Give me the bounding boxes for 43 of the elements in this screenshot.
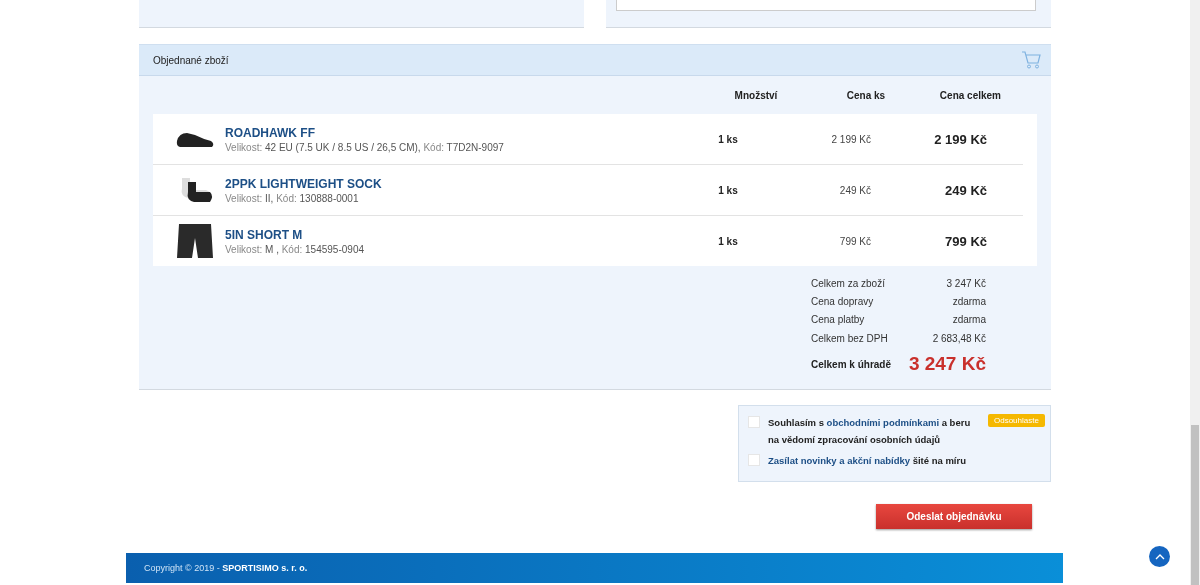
summary-value: 3 247 Kč bbox=[946, 277, 986, 289]
warning-badge: Odsouhlaste bbox=[988, 414, 1045, 428]
quantity: 1 ks bbox=[717, 235, 739, 247]
submit-order-button[interactable]: Odeslat objednávku bbox=[876, 504, 1032, 530]
summary-label: Celkem za zboží bbox=[811, 277, 885, 289]
product-details: Velikost: II, Kód: 130888-0001 bbox=[225, 192, 359, 204]
column-header: Množství bbox=[733, 89, 779, 101]
quantity: 1 ks bbox=[717, 184, 739, 196]
total-price: 799 Kč bbox=[944, 233, 988, 249]
cart-icon bbox=[1021, 51, 1041, 69]
summary-value: 2 683,48 Kč bbox=[932, 332, 986, 344]
checkbox[interactable] bbox=[748, 454, 760, 467]
product-name-link[interactable]: 5IN SHORT M bbox=[225, 227, 303, 242]
product-name-link[interactable]: 2PPK LIGHTWEIGHT SOCK bbox=[225, 176, 382, 191]
product-details: Velikost: M , Kód: 154595-0904 bbox=[225, 243, 364, 255]
consent-link[interactable]: Zasílat novinky a akční nabídky bbox=[768, 455, 911, 467]
quantity: 1 ks bbox=[717, 133, 739, 145]
section-title: Objednané zboží bbox=[153, 54, 229, 66]
total-price: 249 Kč bbox=[944, 182, 988, 198]
summary-label: Cena dopravy bbox=[811, 295, 874, 307]
consent-link[interactable]: obchodními podmínkami bbox=[826, 417, 940, 429]
unit-price: 2 199 Kč bbox=[830, 133, 872, 145]
product-details: Velikost: 42 EU (7.5 UK / 8.5 US / 26,5 CM), Kód: T7D2N-9097 bbox=[225, 141, 504, 153]
total-price: 2 199 Kč bbox=[933, 131, 988, 147]
summary-label: Cena platby bbox=[811, 314, 865, 326]
product-name-link[interactable]: ROADHAWK FF bbox=[225, 125, 315, 140]
scroll-top-button[interactable] bbox=[1149, 546, 1170, 568]
scrollbar-thumb[interactable] bbox=[1191, 425, 1199, 585]
consent-text: Zasílat novinky a akční nabídky šité na míru bbox=[768, 454, 966, 469]
summary-value: zdarma bbox=[952, 295, 986, 307]
summary-label: Celkem bez DPH bbox=[811, 332, 888, 344]
unit-price: 249 Kč bbox=[838, 184, 872, 196]
chevron-up-icon bbox=[1154, 553, 1165, 560]
summary-value: zdarma bbox=[952, 314, 986, 326]
unit-price: 799 Kč bbox=[838, 235, 872, 247]
checkbox[interactable] bbox=[748, 416, 760, 429]
grand-total-label: Celkem k úhradě bbox=[811, 358, 892, 370]
column-header: Cena ks bbox=[845, 89, 887, 101]
copyright-text: Copyright © 2019 - SPORTISIMO s. r. o. bbox=[144, 563, 308, 574]
grand-total-value: 3 247 Kč bbox=[908, 353, 986, 376]
column-header: Cena celkem bbox=[938, 89, 1002, 101]
shorts-icon bbox=[176, 222, 214, 260]
scrollbar[interactable] bbox=[1190, 0, 1200, 585]
